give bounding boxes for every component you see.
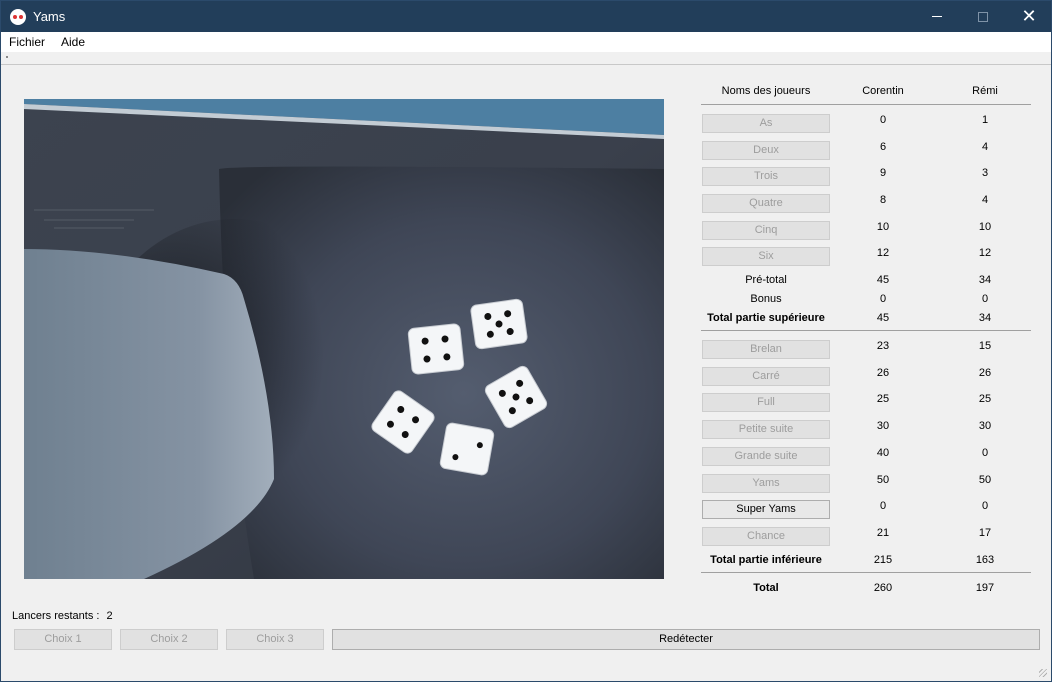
score-super-yams-p1: 0 [879, 500, 887, 512]
camera-view [24, 99, 664, 579]
score-trois-p2: 3 [981, 167, 989, 179]
category-super-yams-button[interactable]: Super Yams [702, 500, 830, 519]
score-full-p1: 25 [876, 393, 890, 405]
menu-fichier[interactable]: Fichier [1, 32, 53, 52]
category-petite-suite-button[interactable]: Petite suite [702, 420, 830, 439]
score-grande-suite-p2: 0 [981, 447, 989, 459]
bonus-p2: 0 [981, 293, 989, 305]
score-yams-p1: 50 [876, 474, 890, 486]
choice-2-button[interactable]: Choix 2 [120, 629, 218, 650]
resize-grip-icon[interactable] [1039, 669, 1047, 677]
score-brelan-p1: 23 [876, 340, 890, 352]
camera-image [24, 99, 664, 579]
choice-3-button[interactable]: Choix 3 [226, 629, 324, 650]
score-yams-p2: 50 [978, 474, 992, 486]
category-brelan-button[interactable]: Brelan [702, 340, 830, 359]
menu-aide[interactable]: Aide [53, 32, 93, 52]
pretotal-p1: 45 [876, 274, 890, 286]
die-1 [407, 323, 465, 375]
window-title: Yams [33, 9, 66, 24]
category-full-button[interactable]: Full [702, 393, 830, 412]
upper-total-p2: 34 [978, 312, 992, 324]
toolbar-handle [6, 56, 8, 58]
header-names: Noms des joueurs [721, 85, 811, 97]
category-as-button[interactable]: As [702, 114, 830, 133]
section-divider [701, 330, 1031, 331]
upper-total-p1: 45 [876, 312, 890, 324]
score-full-p2: 25 [978, 393, 992, 405]
bonus-label: Bonus [750, 293, 782, 305]
score-petite-suite-p2: 30 [978, 420, 992, 432]
die-5 [439, 422, 495, 476]
score-petite-suite-p1: 30 [876, 420, 890, 432]
lower-total-label: Total partie inférieure [710, 554, 822, 566]
header-player2: Rémi [972, 85, 998, 97]
score-deux-p2: 4 [981, 141, 989, 153]
score-chance-p2: 17 [978, 527, 992, 539]
category-carre-button[interactable]: Carré [702, 367, 830, 386]
lower-total-p2: 163 [975, 554, 995, 566]
pretotal-label: Pré-total [745, 274, 787, 286]
score-carre-p2: 26 [978, 367, 992, 379]
menu-bar: Fichier Aide [1, 32, 1051, 52]
rolls-remaining-value: 2 [106, 610, 113, 622]
score-cinq-p2: 10 [978, 221, 992, 233]
minimize-button[interactable] [914, 1, 960, 32]
lower-total-p1: 215 [873, 554, 893, 566]
choice-1-button[interactable]: Choix 1 [14, 629, 112, 650]
score-deux-p1: 6 [879, 141, 887, 153]
score-super-yams-p2: 0 [981, 500, 989, 512]
score-quatre-p1: 8 [879, 194, 887, 206]
header-divider [701, 104, 1031, 105]
menu-separator [1, 64, 1051, 65]
category-yams-button[interactable]: Yams [702, 474, 830, 493]
category-cinq-button[interactable]: Cinq [702, 221, 830, 240]
score-six-p1: 12 [876, 247, 890, 259]
category-quatre-button[interactable]: Quatre [702, 194, 830, 213]
grand-total-p2: 197 [975, 582, 995, 594]
upper-total-label: Total partie supérieure [707, 312, 825, 324]
grand-total-label: Total [753, 582, 779, 594]
score-as-p1: 0 [879, 114, 887, 126]
grand-total-p1: 260 [873, 582, 893, 594]
score-grande-suite-p1: 40 [876, 447, 890, 459]
category-deux-button[interactable]: Deux [702, 141, 830, 160]
app-window: Yams ✕ Fichier Aide Noms des joueurs Cor… [0, 0, 1052, 682]
category-grande-suite-button[interactable]: Grande suite [702, 447, 830, 466]
close-icon: ✕ [1021, 6, 1037, 26]
bonus-p1: 0 [879, 293, 887, 305]
close-button[interactable]: ✕ [1006, 1, 1052, 32]
category-chance-button[interactable]: Chance [702, 527, 830, 546]
score-chance-p1: 21 [876, 527, 890, 539]
score-cinq-p1: 10 [876, 221, 890, 233]
rolls-remaining: Lancers restants : 2 [12, 610, 113, 622]
pretotal-p2: 34 [978, 274, 992, 286]
score-brelan-p2: 15 [978, 340, 992, 352]
redetect-button[interactable]: Redétecter [332, 629, 1040, 650]
score-carre-p1: 26 [876, 367, 890, 379]
score-quatre-p2: 4 [981, 194, 989, 206]
minimize-icon [932, 16, 942, 17]
app-logo-icon [10, 9, 26, 25]
title-bar[interactable]: Yams ✕ [1, 1, 1051, 32]
total-divider [701, 572, 1031, 573]
category-trois-button[interactable]: Trois [702, 167, 830, 186]
die-2 [470, 298, 528, 350]
score-as-p2: 1 [981, 114, 989, 126]
rolls-remaining-label: Lancers restants : [12, 610, 100, 622]
maximize-icon [978, 11, 988, 22]
score-trois-p1: 9 [879, 167, 887, 179]
score-six-p2: 12 [978, 247, 992, 259]
category-six-button[interactable]: Six [702, 247, 830, 266]
maximize-button[interactable] [960, 1, 1006, 32]
header-player1: Corentin [862, 85, 904, 97]
